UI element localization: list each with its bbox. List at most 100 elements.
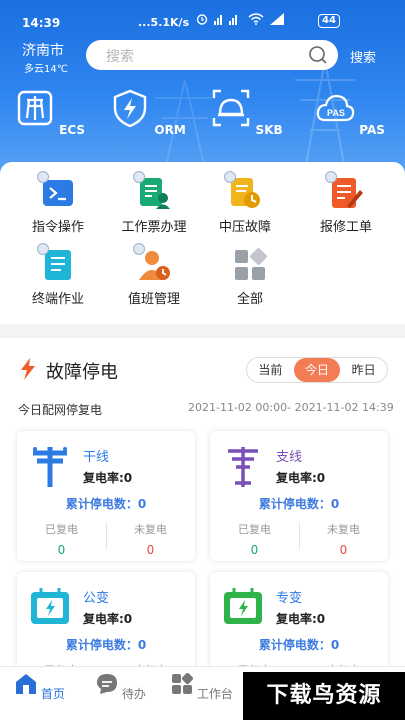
city-label[interactable]: 济南市 — [22, 40, 64, 60]
tab-yesterday[interactable]: 昨日 — [340, 358, 387, 382]
card-name: 支线 — [276, 450, 303, 465]
restored-col: 已复电 0 — [17, 521, 106, 557]
app-label: ECS — [59, 123, 86, 137]
grid-item-all[interactable]: 全部 — [200, 248, 300, 307]
search-input[interactable]: 搜索 — [86, 40, 338, 70]
grid-item-label: 终端作业 — [31, 292, 84, 307]
cloud-icon: PAS — [316, 94, 355, 122]
nav-label: 工作台 — [196, 687, 233, 701]
top-apps: ECS ORM SKB PAS PAS — [0, 88, 405, 158]
quick-function-panel: 指令操作 工作票办理 中压故障 报修工单 终端作业 值班管理 全部 — [0, 162, 405, 324]
nav-label: 待办 — [121, 687, 146, 701]
pole-icon — [33, 447, 67, 487]
terminal-icon — [37, 171, 75, 210]
card-name: 专变 — [276, 591, 303, 606]
restored-value: 0 — [250, 543, 259, 557]
signal-icon — [214, 15, 237, 25]
grid-item-mv-fault[interactable]: 中压故障 — [195, 171, 295, 235]
app-label: PAS — [359, 123, 385, 137]
system-icons — [196, 13, 284, 25]
nav-home[interactable]: 首页 — [0, 673, 80, 702]
grid-item-label: 报修工单 — [319, 220, 372, 235]
alarm-icon — [196, 14, 208, 25]
app-ecs[interactable]: ECS — [10, 88, 90, 137]
all-apps-icon — [233, 248, 267, 282]
card-trunk-line[interactable]: 干线 复电率:0 累计停电数：0 已复电 0 未复电 0 — [17, 431, 195, 561]
document-icon — [37, 243, 75, 282]
app-skb[interactable]: SKB — [207, 88, 287, 137]
search-button[interactable]: 搜索 — [350, 47, 376, 66]
restore-rate: 复电率:0 — [83, 612, 133, 626]
shield-lightning-icon — [114, 89, 147, 128]
svg-text:PAS: PAS — [327, 108, 345, 118]
app-label: SKB — [255, 123, 283, 137]
cumulative-outages: 累计停电数：0 — [258, 638, 340, 652]
search-icon[interactable] — [308, 45, 328, 65]
card-name: 干线 — [83, 450, 110, 465]
wifi-icon — [248, 13, 264, 25]
duty-person-icon — [133, 243, 171, 282]
section-title: 故障停电 — [46, 362, 118, 383]
restore-rate: 复电率:0 — [276, 471, 326, 485]
unrestored-col: 未复电 0 — [106, 521, 195, 557]
cumulative-outages: 累计停电数：0 — [65, 638, 147, 652]
helmet-scan-icon — [213, 89, 250, 127]
grid-item-label: 工作票办理 — [121, 220, 187, 235]
status-time: 14:39 — [22, 16, 61, 30]
app-label: ORM — [154, 123, 186, 137]
status-bar: 14:39 ...5.1K/s 44 — [0, 0, 405, 44]
card-branch-line[interactable]: 支线 复电率:0 累计停电数：0 已复电 0 未复电 0 — [210, 431, 388, 561]
signal-bars-icon — [270, 13, 284, 25]
substation-icon — [17, 90, 53, 126]
fault-clock-icon — [224, 171, 262, 210]
weather-label: 多云14℃ — [24, 64, 68, 75]
restore-rate: 复电率:0 — [276, 612, 326, 626]
cumulative-outages: 累计停电数：0 — [65, 497, 147, 511]
grid-item-terminal-work[interactable]: 终端作业 — [8, 243, 108, 307]
grid-item-label: 全部 — [236, 292, 263, 307]
branch-pole-icon — [228, 447, 258, 487]
card-name: 公变 — [83, 591, 110, 606]
transformer-icon — [31, 588, 69, 624]
fault-outage-section: 故障停电 当前 今日 昨日 今日配网停复电 2021-11-02 00:00- … — [0, 338, 405, 702]
tab-today[interactable]: 今日 — [293, 358, 341, 382]
grid-item-command[interactable]: 指令操作 — [8, 171, 108, 235]
app-orm[interactable]: ORM — [108, 88, 188, 137]
chat-icon — [97, 674, 118, 694]
transformer-icon — [224, 588, 262, 624]
date-range: 2021-11-02 00:00- 2021-11-02 14:39 — [188, 401, 394, 414]
watermark-overlay: 下载鸟资源 — [243, 672, 405, 720]
unrestored-label: 未复电 — [134, 523, 167, 536]
grid-item-duty[interactable]: 值班管理 — [104, 243, 204, 307]
grid-item-label: 值班管理 — [127, 292, 180, 307]
restored-label: 已复电 — [238, 523, 271, 536]
day-tabs: 当前 今日 昨日 — [246, 357, 388, 383]
grid-item-work-ticket[interactable]: 工作票办理 — [104, 171, 204, 235]
app-pas[interactable]: PAS PAS — [310, 88, 390, 137]
tab-current[interactable]: 当前 — [247, 358, 294, 382]
unrestored-value: 0 — [146, 543, 155, 557]
nav-todo[interactable]: 待办 — [81, 673, 161, 702]
grid-item-label: 指令操作 — [31, 220, 84, 235]
battery-indicator: 44 — [318, 14, 340, 28]
search-placeholder: 搜索 — [106, 49, 134, 65]
network-speed: ...5.1K/s — [138, 16, 190, 29]
cumulative-outages: 累计停电数：0 — [258, 497, 340, 511]
ticket-user-icon — [133, 171, 171, 210]
grid-item-repair-order[interactable]: 报修工单 — [296, 171, 396, 235]
unrestored-value: 0 — [339, 543, 348, 557]
grid-item-label: 中压故障 — [218, 220, 271, 235]
nav-label: 首页 — [40, 687, 65, 701]
lightning-fault-icon — [21, 358, 35, 380]
home-icon — [16, 674, 37, 694]
unrestored-label: 未复电 — [327, 523, 360, 536]
unrestored-col: 未复电 0 — [299, 521, 388, 557]
restore-rate: 复电率:0 — [83, 471, 133, 485]
workbench-icon — [172, 672, 194, 694]
restored-value: 0 — [57, 543, 66, 557]
edit-order-icon — [325, 171, 363, 210]
nav-workbench[interactable]: 工作台 — [162, 672, 242, 702]
restored-col: 已复电 0 — [210, 521, 299, 557]
section-subtitle: 今日配网停复电 — [18, 403, 103, 417]
restored-label: 已复电 — [45, 523, 78, 536]
